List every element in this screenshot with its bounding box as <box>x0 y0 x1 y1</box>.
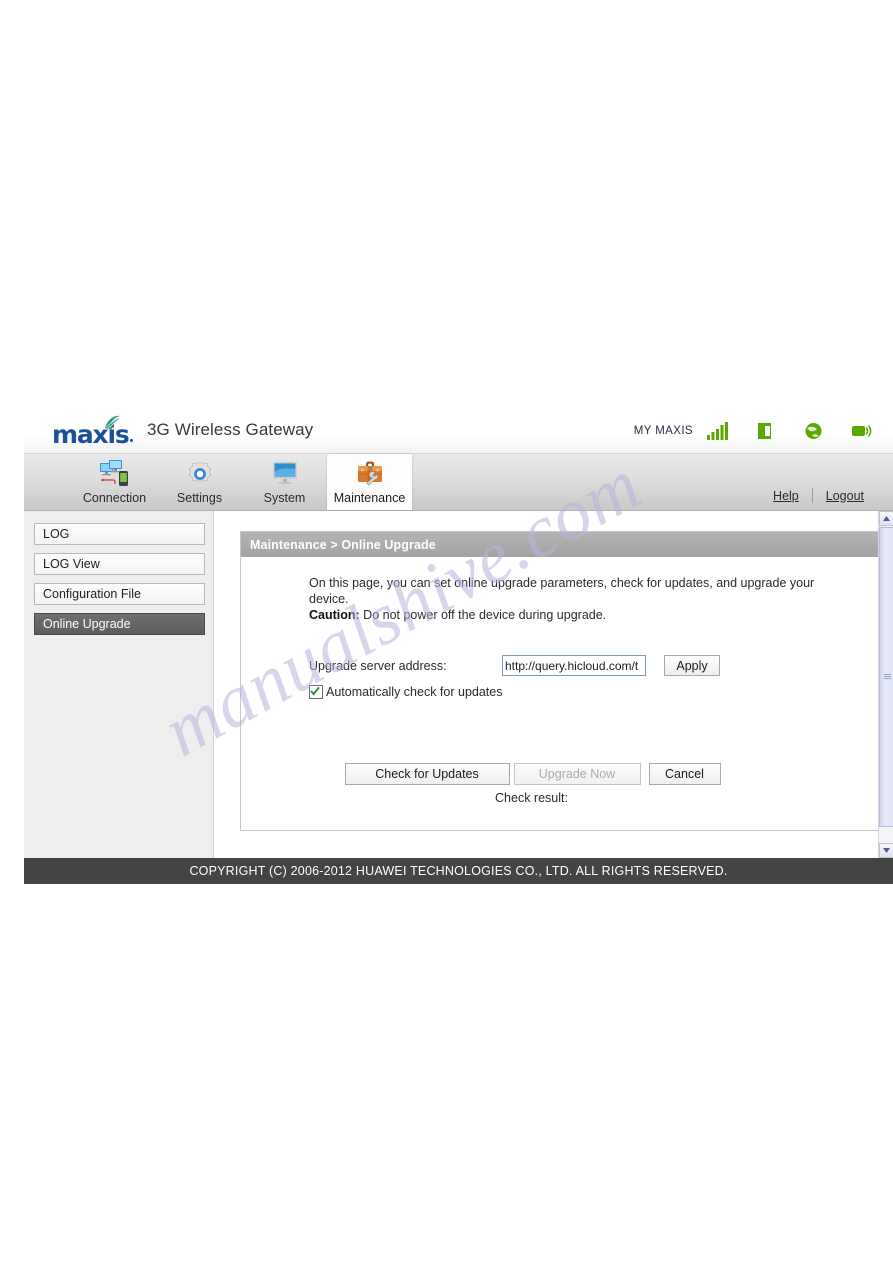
wifi-broadcast-icon <box>852 425 872 437</box>
chevron-down-icon <box>883 848 890 853</box>
chevron-up-icon <box>883 516 890 521</box>
footer-copyright: COPYRIGHT (C) 2006-2012 HUAWEI TECHNOLOG… <box>24 858 893 884</box>
gear-icon <box>188 461 211 483</box>
scroll-up-arrow[interactable] <box>879 511 893 526</box>
auto-check-label: Automatically check for updates <box>326 685 503 699</box>
top-links: Help Logout <box>760 488 877 503</box>
brand-bar: maxis 3G Wireless Gateway MY MAXIS <box>24 409 893 454</box>
sidebar-item-label: Online Upgrade <box>43 617 131 631</box>
tab-system[interactable]: System <box>242 454 327 510</box>
sidebar-nav: LOG LOG View Configuration File Online U… <box>24 511 214 858</box>
status-cluster: MY MAXIS <box>634 421 877 441</box>
tabs-container: Connection Settings System Maintenance <box>72 454 412 510</box>
sidebar-item-label: LOG View <box>43 557 100 571</box>
online-upgrade-panel: Maintenance > Online Upgrade On this pag… <box>240 531 890 831</box>
apply-button[interactable]: Apply <box>664 655 720 676</box>
page-root: manualshive.com maxis 3G Wireless Gatewa… <box>0 0 893 1263</box>
upgrade-now-button: Upgrade Now <box>513 763 641 785</box>
tab-label: System <box>263 491 306 505</box>
monitors-phone-icon <box>99 460 128 486</box>
sidebar-item-log-view[interactable]: LOG View <box>34 553 205 575</box>
sim-card-icon <box>758 423 771 439</box>
scroll-thumb[interactable] <box>879 527 893 827</box>
sidebar-item-online-upgrade[interactable]: Online Upgrade <box>34 613 205 635</box>
tab-label: Connection <box>82 491 147 505</box>
intro-line: On this page, you can set online upgrade… <box>309 576 815 606</box>
logout-link[interactable]: Logout <box>813 489 877 503</box>
scroll-thumb-grip <box>884 674 891 680</box>
toolbox-wrench-icon <box>357 461 382 486</box>
server-address-label: Upgrade server address: <box>309 658 447 673</box>
breadcrumb: Maintenance > Online Upgrade <box>241 532 889 557</box>
sidebar-item-label: LOG <box>43 527 70 541</box>
app-title: 3G Wireless Gateway <box>147 420 314 439</box>
checkmark-icon <box>310 686 320 696</box>
intro-text: On this page, you can set online upgrade… <box>309 575 821 623</box>
maxis-swoosh-icon <box>105 415 121 430</box>
signal-bars-icon <box>707 422 728 440</box>
main-tab-strip: Connection Settings System Maintenance H… <box>24 454 893 511</box>
caution-label: Caution: <box>309 608 360 622</box>
tab-maintenance[interactable]: Maintenance <box>327 454 412 510</box>
sidebar-item-configuration-file[interactable]: Configuration File <box>34 583 205 605</box>
router-web-ui: maxis 3G Wireless Gateway MY MAXIS Conne… <box>24 409 893 892</box>
sidebar-item-label: Configuration File <box>43 587 141 601</box>
content-vertical-scrollbar[interactable] <box>878 511 893 858</box>
caution-text: Do not power off the device during upgra… <box>359 608 607 622</box>
panel-body: On this page, you can set online upgrade… <box>241 557 889 830</box>
monitor-icon <box>272 462 297 484</box>
tab-connection[interactable]: Connection <box>72 454 157 510</box>
help-link[interactable]: Help <box>760 489 812 503</box>
sidebar-item-log[interactable]: LOG <box>34 523 205 545</box>
auto-check-row: Automatically check for updates <box>309 685 889 699</box>
content-area: Maintenance > Online Upgrade On this pag… <box>214 511 893 858</box>
check-for-updates-button[interactable]: Check for Updates <box>344 763 510 785</box>
auto-check-checkbox[interactable] <box>309 685 323 699</box>
check-result-label: Check result: <box>495 791 568 805</box>
action-button-row: Check for Updates Upgrade Now Cancel <box>310 763 755 785</box>
tab-settings[interactable]: Settings <box>157 454 242 510</box>
server-address-row: Upgrade server address: Apply <box>309 655 889 676</box>
cancel-button[interactable]: Cancel <box>648 763 721 785</box>
carrier-name: MY MAXIS <box>633 425 693 437</box>
upgrade-server-address-input[interactable] <box>502 655 646 676</box>
scroll-down-arrow[interactable] <box>879 843 893 858</box>
maxis-logo: maxis <box>52 415 138 448</box>
tab-label: Settings <box>176 491 223 505</box>
body-wrapper: LOG LOG View Configuration File Online U… <box>24 511 893 858</box>
globe-internet-icon <box>805 423 822 439</box>
maxis-logo-dot <box>130 439 133 442</box>
tab-label: Maintenance <box>333 491 406 505</box>
